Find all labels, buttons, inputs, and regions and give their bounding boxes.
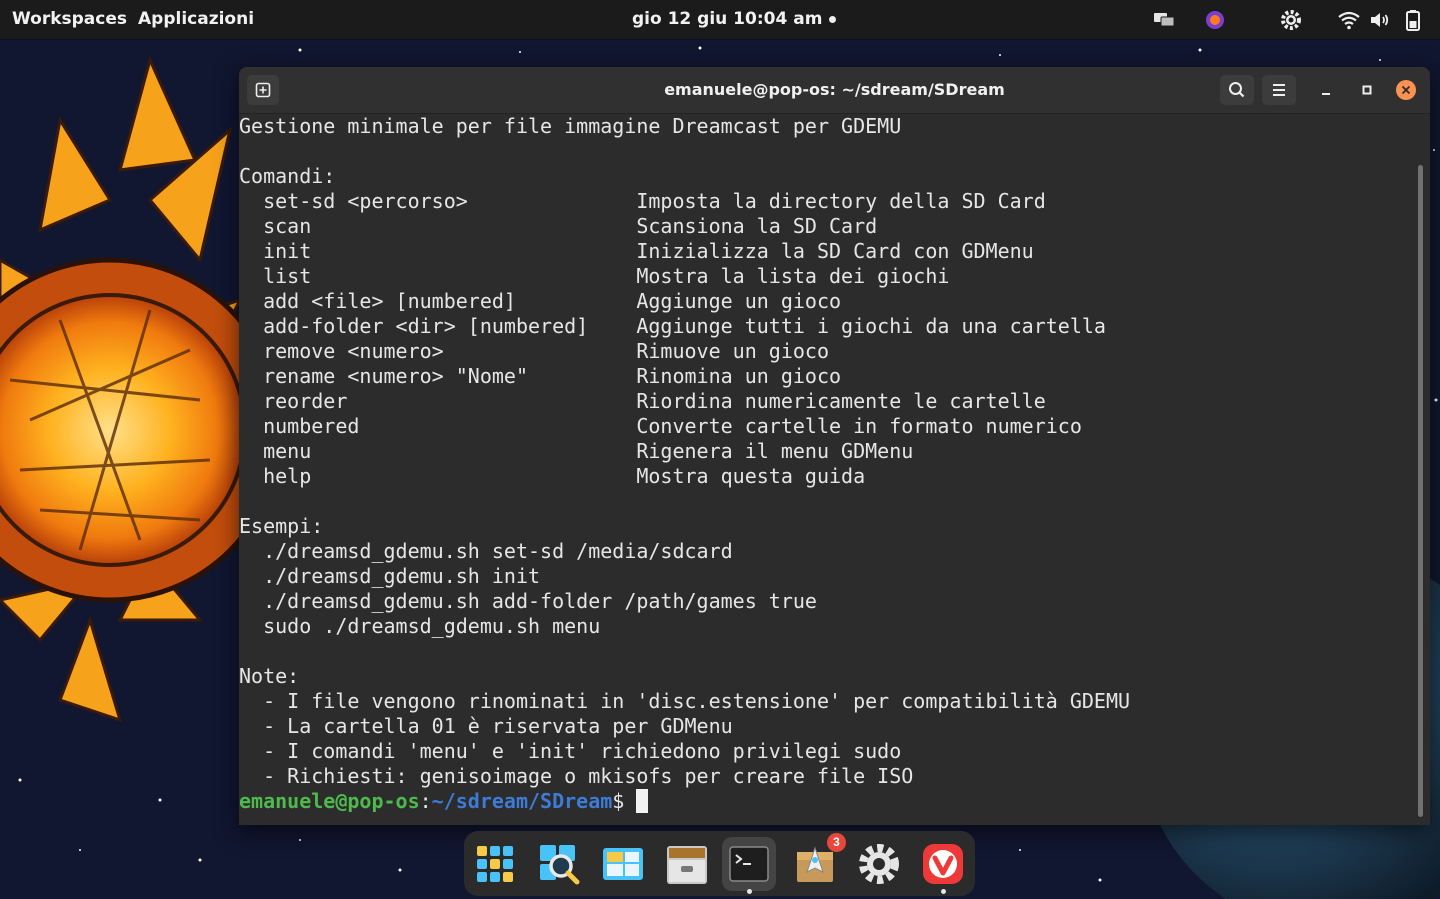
hamburger-menu-button[interactable] bbox=[1262, 75, 1296, 105]
terminal-line: add <file> [numbered] Aggiunge un gioco bbox=[239, 289, 842, 313]
prompt-colon: : bbox=[419, 789, 432, 813]
text-cursor bbox=[636, 789, 649, 813]
terminal-output[interactable]: Gestione minimale per file immagine Drea… bbox=[239, 114, 1414, 825]
dock-search[interactable] bbox=[532, 837, 586, 891]
dock-settings[interactable] bbox=[852, 837, 906, 891]
terminal-line: scan Scansiona la SD Card bbox=[239, 214, 878, 238]
terminal-line: list Mostra la lista dei giochi bbox=[239, 264, 950, 288]
gear-icon[interactable] bbox=[1279, 8, 1303, 32]
vivaldi-icon bbox=[923, 844, 963, 884]
volume-icon[interactable] bbox=[1368, 8, 1392, 32]
terminal-line: sudo ./dreamsd_gdemu.sh menu bbox=[239, 614, 601, 638]
running-indicator bbox=[747, 889, 752, 894]
dock-files[interactable] bbox=[660, 837, 714, 891]
terminal-line: init Inizializza la SD Card con GDMenu bbox=[239, 239, 1034, 263]
new-tab-icon bbox=[255, 82, 271, 98]
files-icon bbox=[667, 846, 707, 884]
dock-workspaces[interactable] bbox=[596, 837, 650, 891]
terminal-line: add-folder <dir> [numbered] Aggiunge tut… bbox=[239, 314, 1106, 338]
battery-icon[interactable] bbox=[1401, 8, 1425, 32]
terminal-line: numbered Converte cartelle in formato nu… bbox=[239, 414, 1082, 438]
dock-terminal[interactable] bbox=[722, 837, 776, 894]
workspaces-icon bbox=[603, 848, 643, 880]
display-icon[interactable] bbox=[1152, 8, 1176, 32]
top-panel: Workspaces Applicazioni gio 12 giu 10:04… bbox=[0, 0, 1440, 39]
terminal-line: Comandi: bbox=[239, 164, 336, 188]
terminal-line: ./dreamsd_gdemu.sh add-folder /path/game… bbox=[239, 589, 817, 613]
dock: 3 bbox=[464, 831, 975, 896]
terminal-line: set-sd <percorso> Imposta la directory d… bbox=[239, 189, 1046, 213]
wifi-icon[interactable] bbox=[1337, 8, 1361, 32]
terminal-line: Note: bbox=[239, 664, 300, 688]
maximize-button[interactable] bbox=[1353, 77, 1381, 103]
terminal-window[interactable]: emanuele@pop-os: ~/sdream/SDream Gestion… bbox=[239, 67, 1430, 825]
minimize-icon bbox=[1322, 93, 1330, 95]
search-button[interactable] bbox=[1220, 75, 1254, 105]
clock-button[interactable]: gio 12 giu 10:04 am bbox=[632, 0, 822, 39]
maximize-icon bbox=[1362, 85, 1372, 95]
terminal-line: help Mostra questa guida bbox=[239, 464, 866, 488]
terminal-icon bbox=[729, 846, 769, 882]
terminal-line: - I comandi 'menu' e 'init' richiedono p… bbox=[239, 739, 902, 763]
terminal-line: - La cartella 01 è riservata per GDMenu bbox=[239, 714, 733, 738]
close-button[interactable] bbox=[1396, 80, 1416, 100]
terminal-line: - Richiesti: genisoimage o mkisofs per c… bbox=[239, 764, 914, 788]
prompt-symbol: $ bbox=[612, 789, 637, 813]
notification-dot bbox=[829, 16, 836, 23]
settings-icon bbox=[859, 844, 899, 884]
terminal-line: menu Rigenera il menu GDMenu bbox=[239, 439, 914, 463]
applications-button[interactable]: Applicazioni bbox=[138, 0, 254, 39]
running-indicator bbox=[941, 889, 946, 894]
terminal-line: rename <numero> "Nome" Rinomina un gioco bbox=[239, 364, 842, 388]
terminal-line: reorder Riordina numericamente le cartel… bbox=[239, 389, 1046, 413]
search-icon bbox=[540, 845, 580, 885]
search-icon bbox=[1229, 82, 1245, 98]
terminal-line: ./dreamsd_gdemu.sh set-sd /media/sdcard bbox=[239, 539, 733, 563]
prompt-user: emanuele@pop-os bbox=[239, 789, 420, 813]
firefox-icon[interactable] bbox=[1203, 8, 1227, 32]
app-grid-icon bbox=[477, 846, 513, 882]
dock-vivaldi[interactable] bbox=[916, 837, 970, 894]
workspaces-button[interactable]: Workspaces bbox=[12, 0, 127, 39]
shell-prompt[interactable]: emanuele@pop-os:~/sdream/SDream$ bbox=[239, 789, 1414, 814]
terminal-line: Esempi: bbox=[239, 514, 324, 538]
terminal-headerbar[interactable]: emanuele@pop-os: ~/sdream/SDream bbox=[239, 67, 1430, 114]
update-count-badge: 3 bbox=[827, 833, 846, 852]
hamburger-icon bbox=[1273, 84, 1285, 96]
terminal-line: Gestione minimale per file immagine Drea… bbox=[239, 114, 902, 138]
minimize-button[interactable] bbox=[1312, 77, 1340, 103]
dock-app-grid[interactable] bbox=[468, 837, 522, 891]
new-tab-button[interactable] bbox=[247, 75, 279, 105]
terminal-line: - I file vengono rinominati in 'disc.est… bbox=[239, 689, 1131, 713]
prompt-path: ~/sdream/SDream bbox=[431, 789, 613, 813]
terminal-line: remove <numero> Rimuove un gioco bbox=[239, 339, 830, 363]
close-icon bbox=[1401, 85, 1411, 95]
terminal-scrollbar[interactable] bbox=[1418, 165, 1423, 817]
terminal-line: ./dreamsd_gdemu.sh init bbox=[239, 564, 541, 588]
